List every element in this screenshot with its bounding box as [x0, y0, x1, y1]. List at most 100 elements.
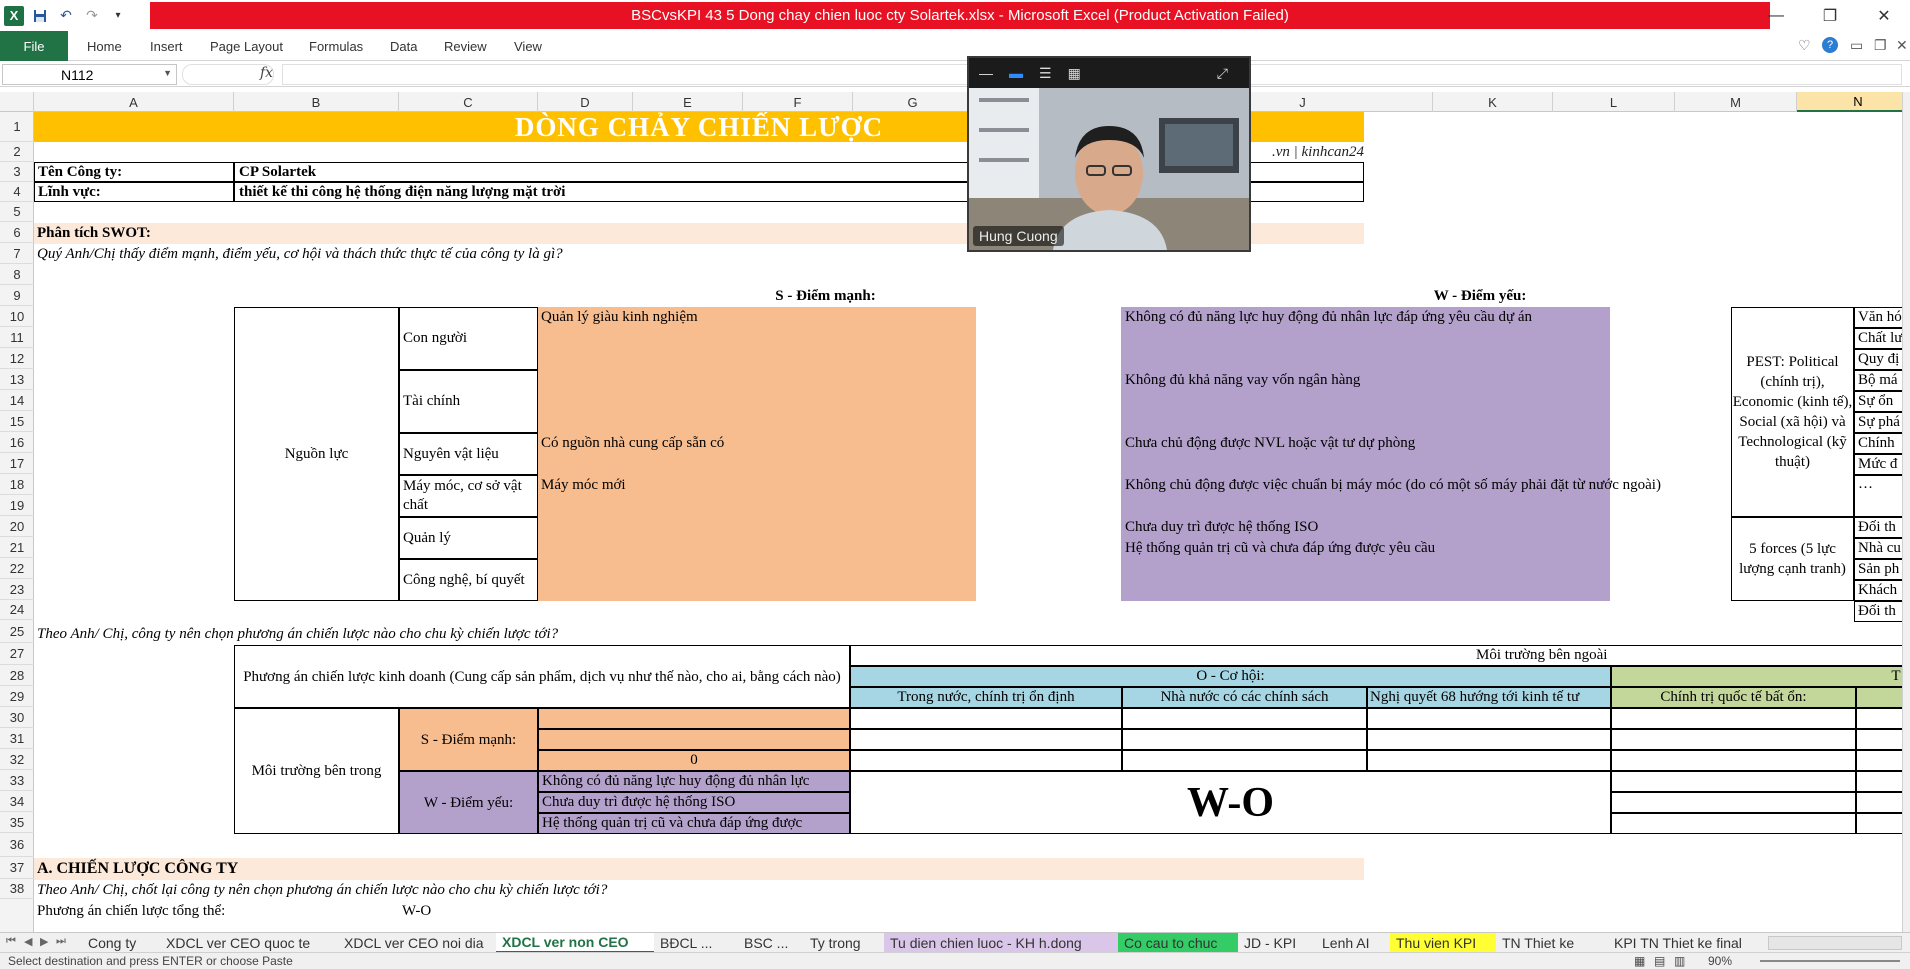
col-header-k[interactable]: K	[1433, 92, 1553, 112]
zoom-slider[interactable]	[1760, 960, 1900, 962]
col-header-g[interactable]: G	[853, 92, 973, 112]
w-item-2[interactable]: Chưa duy trì được hệ thống ISO	[538, 792, 850, 813]
sheet-tab[interactable]: XDCL ver CEO quoc te	[160, 933, 338, 953]
redo-icon[interactable]: ↷	[82, 6, 102, 26]
name-box[interactable]: N112 ▼	[2, 64, 177, 85]
ribbon-collapse-icon[interactable]: ♡	[1798, 37, 1811, 54]
sheet-tab[interactable]: Co cau to chuc	[1118, 933, 1238, 953]
row-header[interactable]: 24	[0, 600, 34, 620]
opportunity-3[interactable]: Nghị quyết 68 hướng tới kinh tế tư	[1367, 687, 1611, 708]
select-all-corner[interactable]	[0, 92, 34, 112]
row-header[interactable]: 13	[0, 369, 34, 390]
col-header-f[interactable]: F	[743, 92, 853, 112]
strengths-block[interactable]	[538, 307, 976, 601]
sheet-tab[interactable]: Cong ty	[82, 933, 160, 953]
strength-machines[interactable]: Máy móc mới	[541, 475, 971, 496]
company-label[interactable]: Tên Công ty:	[34, 162, 234, 182]
sheet-tab[interactable]: Tu dien chien luoc - KH h.dong	[884, 933, 1118, 953]
strength-materials[interactable]: Có nguồn nhà cung cấp sẵn có	[541, 433, 971, 454]
wo-cell[interactable]: W-O	[850, 771, 1611, 834]
gallery-view-icon[interactable]: ▦	[1068, 65, 1081, 82]
tab-home[interactable]: Home	[87, 31, 122, 61]
s-item-1[interactable]	[538, 708, 850, 729]
so-cell[interactable]	[850, 729, 1122, 750]
prev-sheet-icon[interactable]: ◀	[24, 935, 32, 948]
w-item-3[interactable]: Hệ thống quản trị cũ và chưa đáp ứng đượ…	[538, 813, 850, 834]
col-header-a[interactable]: A	[34, 92, 234, 112]
s-label-2[interactable]: S - Điểm mạnh:	[399, 708, 538, 771]
minimize-video-icon[interactable]: —	[979, 65, 993, 81]
wt-cell[interactable]	[1611, 813, 1856, 834]
strength-people[interactable]: Quản lý giàu kinh nghiệm	[541, 307, 971, 328]
tab-formulas[interactable]: Formulas	[309, 31, 363, 61]
chevron-down-icon[interactable]: ▼	[163, 68, 172, 78]
row-header[interactable]: 21	[0, 537, 34, 558]
tab-page-layout[interactable]: Page Layout	[210, 31, 283, 61]
row-header[interactable]: 11	[0, 327, 34, 348]
customize-qat-icon[interactable]: ▾	[108, 6, 128, 26]
col-header-c[interactable]: C	[399, 92, 538, 112]
sheet-tab[interactable]: TN Thiet ke	[1496, 933, 1608, 953]
function-icon[interactable]: fx	[260, 65, 273, 81]
row-header[interactable]: 20	[0, 516, 34, 537]
st-cell[interactable]	[1611, 729, 1856, 750]
w-header[interactable]: W - Điểm yếu:	[1120, 286, 1610, 307]
forces-label[interactable]: 5 forces (5 lực lượng cạnh tranh)	[1731, 517, 1854, 601]
zoom-level[interactable]: 90%	[1708, 954, 1732, 968]
restore-icon[interactable]: ❐	[1806, 0, 1854, 31]
row-header[interactable]: 25	[0, 620, 34, 643]
row-header[interactable]: 10	[0, 306, 34, 327]
ribbon-restore-icon[interactable]: ❐	[1874, 37, 1887, 54]
row-header[interactable]: 37	[0, 857, 34, 879]
vertical-scrollbar[interactable]	[1902, 92, 1910, 932]
s-item-3[interactable]: 0	[538, 750, 850, 771]
row-header[interactable]: 14	[0, 390, 34, 411]
tab-data[interactable]: Data	[390, 31, 417, 61]
strip-view-icon[interactable]: ☰	[1039, 65, 1052, 82]
row-header[interactable]: 16	[0, 432, 34, 453]
credit-text[interactable]: .vn | kinhcan24	[1252, 142, 1364, 162]
normal-view-icon[interactable]: ▦	[1634, 954, 1645, 968]
o-header[interactable]: O - Cơ hội:	[850, 666, 1611, 687]
st-cell[interactable]	[1611, 708, 1856, 729]
so-cell[interactable]	[1367, 729, 1611, 750]
so-cell[interactable]	[1367, 750, 1611, 771]
row-header[interactable]: 4	[0, 182, 34, 202]
weakness-system[interactable]: Hệ thống quản trị cũ và chưa đáp ứng đượ…	[1125, 538, 1605, 559]
row-header[interactable]: 8	[0, 264, 34, 285]
ribbon-close-icon[interactable]: ✕	[1896, 37, 1908, 54]
weakness-finance[interactable]: Không đủ khả năng vay vốn ngân hàng	[1125, 370, 1605, 391]
opportunity-2[interactable]: Nhà nước có các chính sách	[1122, 687, 1367, 708]
row-header[interactable]: 2	[0, 142, 34, 162]
horizontal-scrollbar[interactable]	[1768, 936, 1902, 950]
row-header[interactable]: 30	[0, 707, 34, 728]
col-header-b[interactable]: B	[234, 92, 399, 112]
page-layout-view-icon[interactable]: ▤	[1654, 954, 1665, 968]
wt-cell[interactable]	[1611, 771, 1856, 792]
row-header[interactable]: 17	[0, 453, 34, 474]
next-sheet-icon[interactable]: ▶	[40, 935, 48, 948]
resources-label[interactable]: Nguồn lực	[234, 307, 399, 601]
sheet-tab[interactable]: KPI TN Thiet ke final	[1608, 933, 1764, 953]
page-break-view-icon[interactable]: ▥	[1674, 954, 1685, 968]
wt-cell[interactable]	[1611, 792, 1856, 813]
save-icon[interactable]	[30, 6, 50, 26]
final-question[interactable]: Theo Anh/ Chị, chốt lại công ty nên chọn…	[34, 880, 1034, 900]
row-header[interactable]: 35	[0, 812, 34, 833]
opportunity-1[interactable]: Trong nước, chính trị ổn định	[850, 687, 1122, 708]
t-header[interactable]: T -	[1611, 666, 1910, 687]
section-a-heading[interactable]: A. CHIẾN LƯỢC CÔNG TY	[34, 858, 1364, 880]
so-cell[interactable]	[850, 708, 1122, 729]
weakness-machines[interactable]: Không chủ động được việc chuẩn bị máy mó…	[1125, 475, 1735, 496]
row-header[interactable]: 34	[0, 791, 34, 812]
resource-technology[interactable]: Công nghệ, bí quyết	[399, 559, 538, 601]
row-header[interactable]: 29	[0, 686, 34, 707]
weakness-materials[interactable]: Chưa chủ động được NVL hoặc vật tư dự ph…	[1125, 433, 1605, 454]
sheet-tab[interactable]: Thu vien KPI	[1390, 933, 1496, 953]
so-cell[interactable]	[1122, 750, 1367, 771]
first-sheet-icon[interactable]: ⏮	[6, 935, 16, 948]
row-header[interactable]: 31	[0, 728, 34, 749]
s-header[interactable]: S - Điểm mạnh:	[538, 286, 973, 307]
threat-1[interactable]: Chính trị quốc tế bất ổn:	[1611, 687, 1856, 708]
row-header[interactable]: 6	[0, 222, 34, 243]
